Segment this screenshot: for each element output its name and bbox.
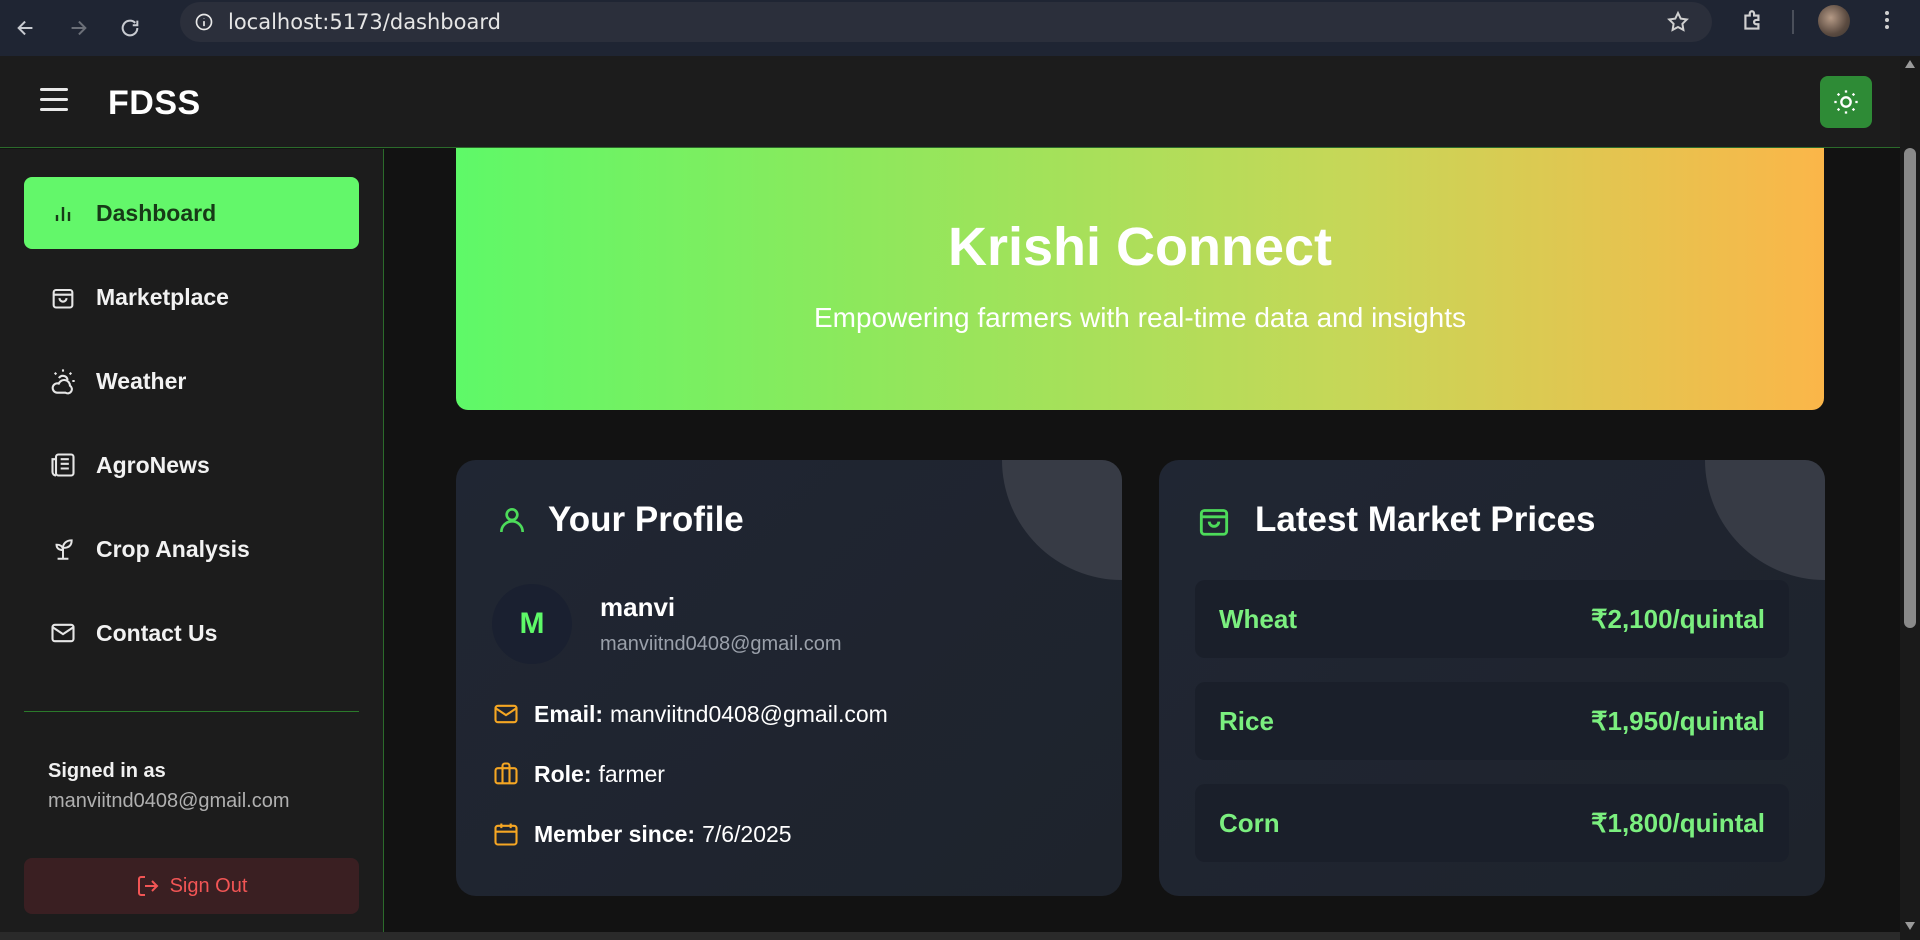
mail-icon <box>48 618 78 648</box>
profile-field-label: Email: <box>534 700 604 727</box>
card-decoration <box>1002 460 1122 580</box>
reload-button[interactable] <box>104 7 156 49</box>
market-card-title: Latest Market Prices <box>1195 500 1595 540</box>
avatar: M <box>492 584 572 664</box>
bar-chart-icon <box>48 198 78 228</box>
crop-price: ₹1,950/quintal <box>1590 705 1765 736</box>
sidebar: Dashboard Marketplace Weather AgroNews C… <box>0 149 384 940</box>
browser-profile-avatar[interactable] <box>1818 5 1850 37</box>
page-scrollbar[interactable] <box>1900 56 1920 940</box>
user-email: manviitnd0408@gmail.com <box>600 633 842 655</box>
browser-toolbar: localhost:5173/dashboard <box>0 0 1920 56</box>
briefcase-icon <box>492 760 522 788</box>
calendar-icon <box>492 820 522 848</box>
sidebar-item-label: Weather <box>96 367 187 394</box>
browser-menu-icon[interactable] <box>1875 8 1899 37</box>
sidebar-item-contact-us[interactable]: Contact Us <box>24 597 359 669</box>
shopping-bag-icon <box>48 282 78 312</box>
profile-email-row: Email: manviitnd0408@gmail.com <box>492 700 888 728</box>
profile-field-value: manviitnd0408@gmail.com <box>610 700 888 727</box>
shopping-bag-icon <box>1195 501 1233 539</box>
user-name: manvi <box>600 592 676 622</box>
sign-out-button[interactable]: Sign Out <box>24 858 359 914</box>
logout-icon <box>136 874 160 898</box>
menu-toggle-icon[interactable] <box>40 88 68 111</box>
price-row: Corn ₹1,800/quintal <box>1195 784 1789 862</box>
crop-name: Wheat <box>1219 603 1297 634</box>
forward-button[interactable] <box>52 7 104 49</box>
profile-field-value: farmer <box>598 760 665 787</box>
user-icon <box>496 504 528 536</box>
scroll-up-arrow[interactable] <box>1905 60 1915 68</box>
crop-name: Rice <box>1219 705 1274 736</box>
sun-icon <box>1834 90 1858 114</box>
hero-banner: Krishi Connect Empowering farmers with r… <box>456 148 1824 410</box>
card-decoration <box>1705 460 1825 580</box>
sidebar-item-weather[interactable]: Weather <box>24 345 359 417</box>
sign-out-label: Sign Out <box>169 874 248 897</box>
sidebar-item-label: Contact Us <box>96 619 218 646</box>
hero-subtitle: Empowering farmers with real-time data a… <box>813 302 1467 333</box>
bookmark-star-icon[interactable] <box>1666 10 1690 39</box>
profile-field-label: Role: <box>534 760 592 787</box>
sidebar-item-agronews[interactable]: AgroNews <box>24 429 359 501</box>
profile-title-text: Your Profile <box>548 500 744 539</box>
sprout-icon <box>48 534 78 564</box>
site-info-icon[interactable] <box>180 12 228 32</box>
crop-price: ₹2,100/quintal <box>1590 603 1765 634</box>
toolbar-separator <box>1792 10 1794 34</box>
extensions-icon[interactable] <box>1740 8 1766 39</box>
url-text: localhost:5173/dashboard <box>228 10 501 34</box>
theme-toggle-button[interactable] <box>1820 76 1872 128</box>
crop-price: ₹1,800/quintal <box>1590 807 1765 838</box>
market-title-text: Latest Market Prices <box>1255 500 1596 539</box>
mail-icon <box>492 700 522 728</box>
sidebar-item-label: Marketplace <box>96 283 229 310</box>
sidebar-item-marketplace[interactable]: Marketplace <box>24 261 359 333</box>
newspaper-icon <box>48 450 78 480</box>
price-row: Wheat ₹2,100/quintal <box>1195 580 1789 658</box>
profile-role-row: Role: farmer <box>492 760 665 788</box>
sidebar-item-crop-analysis[interactable]: Crop Analysis <box>24 513 359 585</box>
scrollbar-thumb[interactable] <box>1904 148 1916 628</box>
sidebar-item-label: Dashboard <box>96 199 217 226</box>
profile-field-label: Member since: <box>534 820 696 847</box>
profile-field-value: 7/6/2025 <box>702 820 792 847</box>
profile-card-title: Your Profile <box>496 500 744 540</box>
sidebar-item-label: AgroNews <box>96 451 210 478</box>
back-button[interactable] <box>0 7 52 49</box>
scroll-down-arrow[interactable] <box>1905 922 1915 930</box>
sidebar-item-dashboard[interactable]: Dashboard <box>24 177 359 249</box>
crop-name: Corn <box>1219 807 1280 838</box>
app-header: FDSS <box>0 56 1900 148</box>
signed-in-email: manviitnd0408@gmail.com <box>48 790 290 812</box>
profile-member-since-row: Member since: 7/6/2025 <box>492 820 792 848</box>
profile-card: Your Profile M manvi manviitnd0408@gmail… <box>456 460 1122 896</box>
brand-title: FDSS <box>108 84 201 122</box>
hero-title: Krishi Connect <box>947 217 1333 277</box>
market-prices-card: Latest Market Prices Wheat ₹2,100/quinta… <box>1159 460 1825 896</box>
sidebar-item-label: Crop Analysis <box>96 535 250 562</box>
cloud-sun-icon <box>48 366 78 396</box>
signed-in-label: Signed in as <box>48 760 166 782</box>
address-bar[interactable]: localhost:5173/dashboard <box>180 2 1712 42</box>
sidebar-divider <box>24 711 359 712</box>
price-row: Rice ₹1,950/quintal <box>1195 682 1789 760</box>
page-bottom-edge <box>0 932 1900 940</box>
